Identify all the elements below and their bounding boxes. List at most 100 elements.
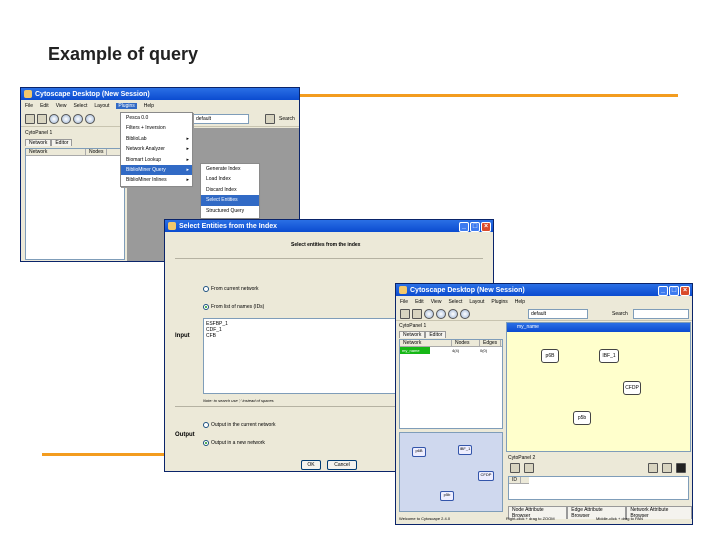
mini-node: p6B: [412, 447, 426, 457]
open-icon[interactable]: [25, 113, 35, 124]
front-window-titlebar: Cytoscape Desktop (New Session) _ □ ×: [396, 284, 692, 296]
status-zoom-hint: Right-click + drag to ZOOM: [506, 516, 555, 521]
network-row[interactable]: my_name 4(4) 0(0): [400, 347, 502, 354]
zoom-in-icon[interactable]: [436, 308, 446, 319]
tab-network[interactable]: Network: [399, 331, 426, 338]
maximize-icon[interactable]: □: [470, 222, 480, 232]
close-icon[interactable]: ×: [680, 286, 690, 296]
plugins-menu-item-pesca[interactable]: Pesca 0.0: [121, 113, 192, 123]
network-node[interactable]: IBF_1: [599, 349, 619, 363]
network-view-titlebar: my_name: [507, 323, 690, 332]
menu-layout[interactable]: Layout: [94, 103, 109, 109]
menu-select[interactable]: Select: [73, 103, 87, 109]
output-label: Output: [175, 432, 195, 438]
cancel-button[interactable]: Cancel: [327, 460, 357, 470]
vizmapper-icon[interactable]: [265, 114, 275, 124]
plugins-menu-item-biblio-query[interactable]: BiblioMiner Query ▸: [121, 164, 192, 176]
front-panel-tabs: Network Editor: [399, 331, 447, 338]
zoom-selected-icon[interactable]: [460, 308, 470, 319]
zoom-fit-icon[interactable]: [448, 308, 458, 319]
zoom-out-icon[interactable]: [49, 113, 59, 124]
submenu-select-entities[interactable]: Select Entities: [201, 195, 259, 206]
submenu-structured-query[interactable]: Structured Query: [201, 206, 259, 216]
menu-help[interactable]: Help: [515, 299, 525, 305]
import-icon[interactable]: [648, 463, 658, 473]
radio-from-current-network[interactable]: From current network: [203, 286, 259, 292]
col-network[interactable]: Network: [26, 149, 86, 155]
zoom-out-icon[interactable]: [424, 308, 434, 319]
plugins-menu-item-biomart[interactable]: Biomart Lookup ▸: [121, 155, 192, 165]
open-icon[interactable]: [400, 308, 410, 319]
radio-from-list-of-names[interactable]: From list of names (IDs): [203, 304, 264, 310]
menu-layout[interactable]: Layout: [469, 299, 484, 305]
menu-select[interactable]: Select: [448, 299, 462, 305]
network-view-frame: my_name p6B IBF_1 CFDP p5b: [506, 322, 691, 452]
col-edges[interactable]: Edges: [480, 340, 502, 346]
maximize-icon[interactable]: □: [669, 286, 679, 296]
dialog-icon: [168, 222, 176, 230]
back-vizmap-combo[interactable]: default: [193, 114, 249, 124]
submenu-generate-index[interactable]: Generate Index: [201, 164, 259, 174]
back-search-label: Search: [279, 116, 295, 122]
front-vizmap-combo[interactable]: default: [528, 309, 588, 319]
ok-button[interactable]: OK: [301, 460, 321, 470]
submenu-discard-index[interactable]: Discard Index: [201, 185, 259, 195]
zoom-in-icon[interactable]: [61, 113, 71, 124]
menu-plugins[interactable]: Plugins: [116, 102, 137, 109]
radio-output-current-network[interactable]: Output in the current network: [203, 422, 275, 428]
submenu-load-index[interactable]: Load Index: [201, 174, 259, 184]
attribute-table: ID: [508, 476, 689, 500]
back-network-table-header: Network Nodes: [26, 149, 124, 156]
tab-network[interactable]: Network: [25, 139, 52, 146]
birds-eye-view[interactable]: p6B IBF_1 CFDP p5b: [399, 432, 503, 512]
minimize-icon[interactable]: _: [658, 286, 668, 296]
export-icon[interactable]: [662, 463, 672, 473]
zoom-selected-icon[interactable]: [85, 113, 95, 124]
plugins-menu-item-bibliolab[interactable]: BiblioLab ▸: [121, 134, 192, 144]
submenu-arrow-icon: ▸: [186, 135, 189, 142]
menu-plugins[interactable]: Plugins: [491, 299, 507, 305]
tab-editor[interactable]: Editor: [51, 139, 73, 146]
radio-output-new-network[interactable]: Output in a new network: [203, 440, 265, 446]
back-menubar: File Edit View Select Layout Plugins Hel…: [21, 101, 299, 110]
search-note: Note: to search use ';' instead of space…: [203, 398, 274, 403]
divider: [175, 258, 483, 259]
front-network-panel: Network Nodes Edges my_name 4(4) 0(0): [399, 339, 503, 429]
grid-icon[interactable]: [676, 463, 686, 473]
close-icon[interactable]: ×: [481, 222, 491, 232]
network-view-title: my_name: [517, 324, 539, 330]
menu-edit[interactable]: Edit: [40, 103, 49, 109]
network-node[interactable]: p6B: [541, 349, 559, 363]
col-nodes[interactable]: Nodes: [86, 149, 108, 155]
menu-file[interactable]: File: [25, 103, 33, 109]
menu-edit[interactable]: Edit: [415, 299, 424, 305]
plugins-menu-item-biblio-inlines[interactable]: BiblioMiner Inlines ▸: [121, 175, 192, 185]
mini-node: p5b: [440, 491, 454, 501]
zoom-fit-icon[interactable]: [73, 113, 83, 124]
menu-help[interactable]: Help: [144, 103, 154, 109]
status-welcome: Welcome to Cytoscape 2.4.0: [399, 516, 451, 521]
plugins-menu-item-filters[interactable]: Filters + Inversion: [121, 123, 192, 133]
save-icon[interactable]: [37, 113, 47, 124]
menu-file[interactable]: File: [400, 299, 408, 305]
front-network-table-header: Network Nodes Edges: [400, 340, 502, 347]
network-node[interactable]: p5b: [573, 411, 591, 425]
back-cytopanel-title: CytoPanel 1: [25, 130, 53, 136]
attribute-select-icon[interactable]: [510, 463, 520, 473]
top-accent-line: [300, 94, 678, 97]
status-pan-hint: Middle-click + drag to PAN: [596, 516, 643, 521]
col-nodes[interactable]: Nodes: [452, 340, 480, 346]
col-network[interactable]: Network: [400, 340, 452, 346]
front-search-input[interactable]: [633, 309, 689, 319]
network-node[interactable]: CFDP: [623, 381, 641, 395]
submenu-arrow-icon: ▸: [186, 166, 189, 173]
biblio-query-submenu: Generate Index Load Index Discard Index …: [200, 163, 260, 219]
plugins-menu-item-network-analyzer[interactable]: Network Analyzer ▸: [121, 144, 192, 154]
attribute-delete-icon[interactable]: [524, 463, 534, 473]
menu-view[interactable]: View: [431, 299, 442, 305]
back-window-titlebar: Cytoscape Desktop (New Session): [21, 88, 299, 100]
minimize-icon[interactable]: _: [459, 222, 469, 232]
menu-view[interactable]: View: [56, 103, 67, 109]
tab-editor[interactable]: Editor: [425, 331, 447, 338]
save-icon[interactable]: [412, 308, 422, 319]
